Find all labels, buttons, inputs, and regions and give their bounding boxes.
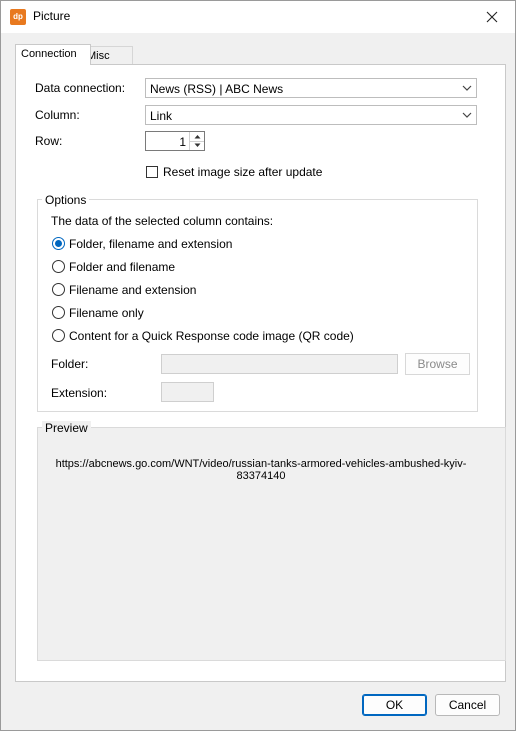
extension-label: Extension: <box>51 386 108 400</box>
picture-dialog: dp Picture Connection Misc Data connecti… <box>0 0 516 731</box>
preview-group-title: Preview <box>42 421 91 435</box>
row-stepper[interactable]: 1 <box>145 131 205 151</box>
reset-image-size-checkbox[interactable] <box>146 166 158 178</box>
radio-label-qr-code[interactable]: Content for a Quick Response code image … <box>69 329 354 343</box>
row-stepper-buttons <box>189 132 204 150</box>
radio-label-folder-filename-extension[interactable]: Folder, filename and extension <box>69 237 232 251</box>
close-button[interactable] <box>469 1 515 33</box>
chevron-down-icon <box>462 85 472 91</box>
data-connection-label: Data connection: <box>35 81 126 95</box>
options-intro: The data of the selected column contains… <box>51 214 274 228</box>
preview-text-line-1: https://abcnews.go.com/WNT/video/russian… <box>55 458 467 470</box>
radio-folder-filename[interactable] <box>52 260 65 273</box>
data-connection-value: News (RSS) | ABC News <box>150 82 284 96</box>
row-value: 1 <box>179 135 186 149</box>
extension-input[interactable] <box>161 382 214 402</box>
radio-filename-only[interactable] <box>52 306 65 319</box>
cancel-button[interactable]: Cancel <box>435 694 500 716</box>
close-icon <box>486 11 498 23</box>
folder-input[interactable] <box>161 354 398 374</box>
ok-button[interactable]: OK <box>362 694 427 716</box>
column-value: Link <box>150 109 173 123</box>
radio-filename-extension[interactable] <box>52 283 65 296</box>
preview-text-line-2: 83374140 <box>236 470 286 482</box>
column-label: Column: <box>35 108 80 122</box>
radio-label-filename-extension[interactable]: Filename and extension <box>69 283 196 297</box>
column-select[interactable]: Link <box>145 105 477 125</box>
folder-label: Folder: <box>51 357 89 371</box>
window-title: Picture <box>33 9 71 23</box>
options-group-title: Options <box>42 193 90 207</box>
radio-label-filename-only[interactable]: Filename only <box>69 306 144 320</box>
browse-button[interactable]: Browse <box>405 353 470 375</box>
radio-label-folder-filename[interactable]: Folder and filename <box>69 260 175 274</box>
title-bar: dp Picture <box>1 1 515 33</box>
caret-up-icon <box>194 135 200 139</box>
row-label: Row: <box>35 134 63 148</box>
stepper-down-button[interactable] <box>190 141 204 150</box>
tab-connection[interactable]: Connection <box>15 44 91 65</box>
reset-image-size-label[interactable]: Reset image size after update <box>163 165 322 179</box>
chevron-down-icon <box>462 112 472 118</box>
caret-down-icon <box>194 143 200 147</box>
preview-text: https://abcnews.go.com/WNT/video/russian… <box>41 458 481 482</box>
radio-folder-filename-extension[interactable] <box>52 237 65 250</box>
dp-app-icon: dp <box>10 9 26 25</box>
data-connection-select[interactable]: News (RSS) | ABC News <box>145 78 477 98</box>
radio-qr-code[interactable] <box>52 329 65 342</box>
